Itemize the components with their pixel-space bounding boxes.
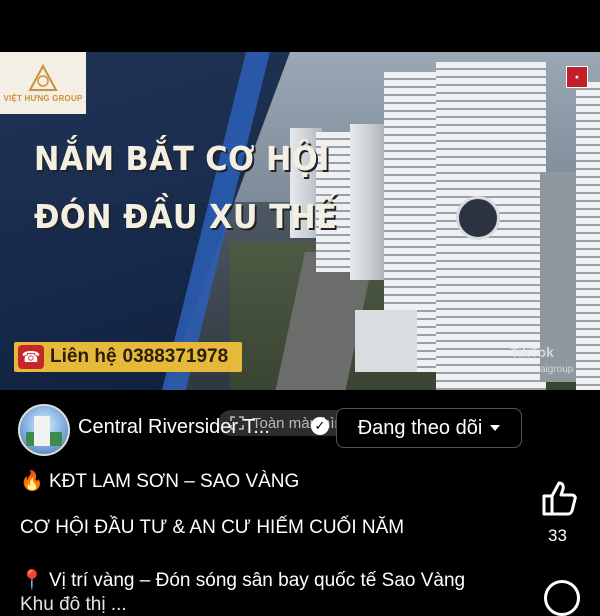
video-round-window <box>456 196 500 240</box>
post-location-text: Vị trí vàng – Đón sóng sân bay quốc tế S… <box>48 570 466 591</box>
following-label: Đang theo dõi <box>357 416 483 439</box>
post-title-text: KĐT LAM SƠN – SAO VÀNG <box>48 471 300 492</box>
video-player[interactable]: VIỆT HƯNG GROUP NẮM BẮT CƠ HỘI ĐÓN ĐẦU X… <box>0 52 600 390</box>
comment-icon[interactable] <box>544 580 580 616</box>
post-line-cutoff: Khu đô thị ... <box>20 594 127 615</box>
verified-icon: ✓ <box>311 417 329 435</box>
tiktok-watermark: TikTok <box>510 344 554 360</box>
thumbs-up-icon[interactable] <box>540 478 580 518</box>
post-line-title: 🔥 KĐT LAM SƠN – SAO VÀNG <box>20 469 299 493</box>
like-count: 33 <box>548 526 567 545</box>
contact-phone: 0388371978 <box>122 346 229 367</box>
post-line-subtitle: CƠ HỘI ĐẦU TƯ & AN CƯ HIẾM CUỐI NĂM <box>20 517 405 538</box>
logo-text: VIỆT HƯNG GROUP <box>3 93 83 103</box>
channel-name[interactable]: Central Riversider T... <box>78 416 270 439</box>
video-tower <box>350 124 384 280</box>
contact-banner: ☎ Liên hệ 0388371978 <box>14 342 242 372</box>
headline-line2: ĐÓN ĐẦU XU THẾ <box>34 197 338 236</box>
company-logo: VIỆT HƯNG GROUP <box>0 52 86 114</box>
contact-label: Liên hệ <box>50 346 117 367</box>
channel-avatar[interactable] <box>18 404 70 456</box>
video-tower <box>355 310 417 372</box>
logo-triangle-icon <box>28 63 58 91</box>
video-headline: NẮM BẮT CƠ HỘI ĐÓN ĐẦU XU THẾ <box>34 130 337 246</box>
red-seal-icon: ★ <box>566 66 588 88</box>
video-tower <box>576 82 600 390</box>
avatar-building <box>34 416 50 446</box>
pin-icon: 📍 <box>20 570 44 591</box>
post-line-location: 📍 Vị trí vàng – Đón sóng sân bay quốc tế… <box>20 568 465 592</box>
chevron-down-icon <box>490 425 501 431</box>
headline-line1: NẮM BẮT CƠ HỘI <box>34 139 330 178</box>
fire-icon: 🔥 <box>20 471 44 492</box>
phone-icon: ☎ <box>18 345 44 369</box>
following-button[interactable]: Đang theo dõi <box>336 408 522 448</box>
tiktok-username: aigroup <box>540 364 574 375</box>
